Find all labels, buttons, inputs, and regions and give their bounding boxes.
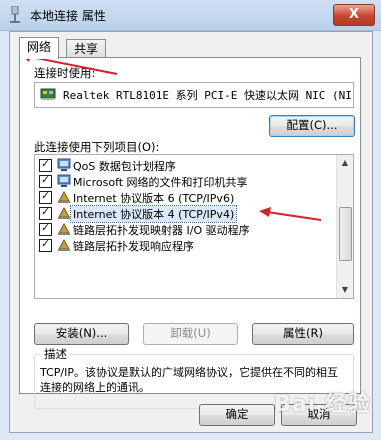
- description-title: 描述: [41, 346, 70, 362]
- item-label: Internet 协议版本 4 (TCP/IPv4): [69, 205, 238, 223]
- list-item[interactable]: Microsoft 网络的文件和打印机共享: [35, 173, 335, 189]
- item-label: 链路层拓扑发现映射器 I/O 驱动程序: [73, 224, 250, 237]
- protocol-icon: [58, 238, 70, 251]
- network-card-icon: [40, 88, 56, 100]
- protocol-icon: [58, 190, 70, 203]
- install-button[interactable]: 安装(N)...: [34, 323, 129, 345]
- item-checkbox[interactable]: [39, 189, 52, 204]
- scroll-down-icon[interactable]: ▼: [337, 282, 353, 298]
- scroll-up-icon[interactable]: ▲: [337, 155, 353, 171]
- scroll-thumb[interactable]: [339, 207, 352, 261]
- properties-button[interactable]: 属性(R): [252, 323, 354, 345]
- item-checkbox[interactable]: [39, 157, 52, 172]
- close-button[interactable]: X: [333, 4, 375, 26]
- item-label: QoS 数据包计划程序: [73, 160, 176, 173]
- properties-dialog: 网络 共享 连接时使用: Realtek RTL8101E 系列 PCI-E 快…: [9, 31, 373, 433]
- list-item[interactable]: Internet 协议版本 6 (TCP/IPv6): [35, 189, 335, 205]
- annotation-arrow-icon: [259, 207, 322, 221]
- item-label: 链路层拓扑发现响应程序: [73, 240, 194, 253]
- network-service-icon: [57, 158, 71, 171]
- item-checkbox[interactable]: [39, 237, 52, 252]
- item-label: Microsoft 网络的文件和打印机共享: [73, 176, 248, 189]
- item-checkbox[interactable]: [39, 173, 52, 188]
- tab-panel: 连接时使用: Realtek RTL8101E 系列 PCI-E 快速以太网 N…: [19, 57, 361, 409]
- tab-network[interactable]: 网络: [19, 37, 60, 59]
- protocol-icon: [58, 206, 70, 219]
- uninstall-button[interactable]: 卸载(U): [143, 323, 238, 345]
- network-service-icon: [57, 174, 71, 187]
- items-label: 此连接使用下列项目(O):: [34, 140, 160, 154]
- list-item[interactable]: 链路层拓扑发现响应程序: [35, 237, 335, 253]
- protocol-icon: [58, 222, 70, 235]
- watermark-logo: Bai 经验: [274, 392, 371, 417]
- adapter-field: Realtek RTL8101E 系列 PCI-E 快速以太网 NIC (NI: [34, 82, 354, 108]
- configure-button[interactable]: 配置(C)...: [269, 115, 355, 137]
- list-item[interactable]: QoS 数据包计划程序: [35, 157, 335, 173]
- adapter-name: Realtek RTL8101E 系列 PCI-E 快速以太网 NIC (NI: [63, 89, 352, 102]
- item-checkbox[interactable]: [39, 205, 52, 220]
- item-label: Internet 协议版本 6 (TCP/IPv6): [73, 192, 235, 205]
- title-bar: 本地连接 属性 X: [0, 0, 381, 31]
- items-list[interactable]: QoS 数据包计划程序 Microsoft 网络的文件和打印机共享 Intern…: [34, 154, 354, 299]
- network-adapter-icon: [10, 6, 20, 23]
- vertical-scrollbar[interactable]: ▲ ▼: [336, 155, 353, 298]
- item-checkbox[interactable]: [39, 221, 52, 236]
- ok-button[interactable]: 确定: [199, 404, 275, 426]
- window-title: 本地连接 属性: [30, 9, 106, 23]
